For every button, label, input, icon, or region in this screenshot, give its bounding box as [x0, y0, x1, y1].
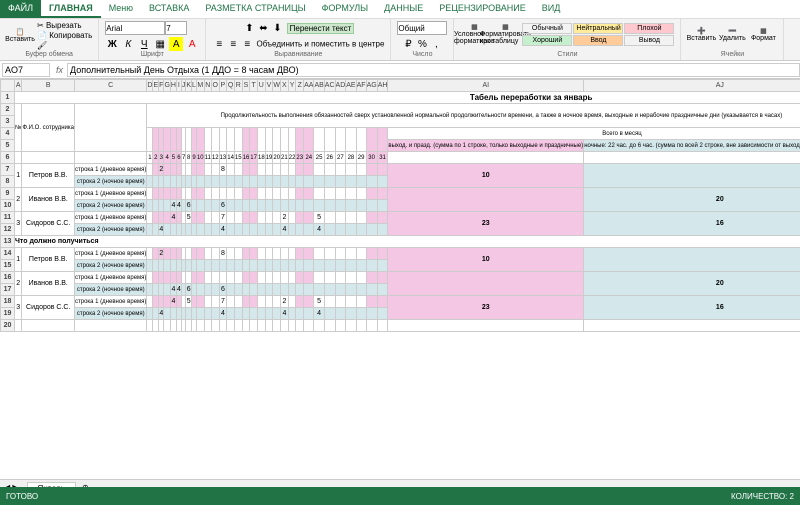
col-Z[interactable]: Z [296, 80, 304, 92]
fill-color-button[interactable]: A [169, 37, 183, 51]
title-cell[interactable]: Табель переработки за январь [15, 92, 800, 104]
align-label: Выравнивание [212, 51, 384, 58]
group-font: Ж К Ч ▦ A A Шрифт [99, 19, 206, 60]
col-O[interactable]: O [211, 80, 219, 92]
status-count: КОЛИЧЕСТВО: 2 [731, 492, 794, 501]
ribbon-tabs: ФАЙЛ ГЛАВНАЯ Меню ВСТАВКА РАЗМЕТКА СТРАН… [0, 0, 800, 18]
col-T[interactable]: T [250, 80, 258, 92]
name-box[interactable] [2, 63, 50, 77]
clipboard-label: Буфер обмена [6, 51, 92, 58]
italic-button[interactable]: К [121, 37, 135, 51]
style-good[interactable]: Хороший [522, 35, 572, 46]
tab-data[interactable]: ДАННЫЕ [376, 0, 431, 18]
tab-insert[interactable]: ВСТАВКА [141, 0, 197, 18]
format-table-button[interactable]: ▦Форматировать как таблицу [491, 21, 519, 47]
col-AB[interactable]: AB [314, 80, 324, 92]
wrap-text-button[interactable]: Перенести текст [287, 23, 355, 34]
col-AI[interactable]: AI [388, 80, 584, 92]
col-AA[interactable]: AA [304, 80, 314, 92]
style-input[interactable]: Ввод [573, 35, 623, 46]
percent-button[interactable]: % [415, 37, 429, 51]
font-label: Шрифт [105, 51, 199, 58]
merge-button[interactable]: Объединить и поместить в центре [257, 40, 385, 49]
cut-button[interactable]: ✂ Вырезать [37, 21, 92, 30]
col-N[interactable]: N [204, 80, 211, 92]
tab-menu[interactable]: Меню [101, 0, 141, 18]
tab-formulas[interactable]: ФОРМУЛЫ [314, 0, 377, 18]
format-painter-button[interactable]: 🖌 [37, 41, 92, 50]
col-AD[interactable]: AD [335, 80, 346, 92]
border-button[interactable]: ▦ [153, 37, 167, 51]
worksheet[interactable]: ABCDEFGHIJKLMNOPQRSTUVWXYZAAABACADAEAFAG… [0, 79, 800, 479]
tab-layout[interactable]: РАЗМЕТКА СТРАНИЦЫ [197, 0, 313, 18]
col-A[interactable]: A [15, 80, 22, 92]
col-Q[interactable]: Q [227, 80, 235, 92]
copy-button[interactable]: 📄 Копировать [37, 31, 92, 40]
format-cells-button[interactable]: ▦Формат [749, 21, 777, 47]
status-ready: ГОТОВО [6, 492, 38, 501]
group-styles: ▦Условное форматиров ▦Форматировать как … [454, 19, 681, 60]
col-R[interactable]: R [234, 80, 242, 92]
paste-button[interactable]: 📋Вставить [6, 23, 34, 49]
cell-styles-gallery[interactable]: Обычный Нейтральный Плохой Хороший Ввод … [522, 23, 674, 46]
tab-file[interactable]: ФАЙЛ [0, 0, 41, 18]
font-name-combo[interactable] [105, 21, 165, 35]
group-number: ₽%, Число [391, 19, 454, 60]
delete-cells-button[interactable]: ➖Удалить [718, 21, 746, 47]
col-AG[interactable]: AG [366, 80, 377, 92]
underline-button[interactable]: Ч [137, 37, 151, 51]
col-AE[interactable]: AE [346, 80, 356, 92]
status-bar: ГОТОВО КОЛИЧЕСТВО: 2 [0, 487, 800, 505]
bold-button[interactable]: Ж [105, 37, 119, 51]
cells-label: Ячейки [687, 51, 777, 58]
ribbon-bar: 📋Вставить ✂ Вырезать 📄 Копировать 🖌 Буфе… [0, 18, 800, 60]
font-size-combo[interactable] [165, 21, 187, 35]
style-neutral[interactable]: Нейтральный [573, 23, 623, 34]
comma-button[interactable]: , [429, 37, 443, 51]
styles-label: Стили [460, 51, 674, 58]
col-AH[interactable]: AH [377, 80, 388, 92]
col-Y[interactable]: Y [288, 80, 296, 92]
col-S[interactable]: S [242, 80, 250, 92]
col-V[interactable]: V [265, 80, 273, 92]
align-center[interactable]: ≡ [226, 37, 240, 51]
col-X[interactable]: X [281, 80, 289, 92]
formula-bar: fx [0, 61, 800, 79]
align-mid[interactable]: ⬌ [256, 21, 270, 35]
group-clipboard: 📋Вставить ✂ Вырезать 📄 Копировать 🖌 Буфе… [0, 19, 99, 60]
col-AJ[interactable]: AJ [584, 80, 800, 92]
col-B[interactable]: B [22, 80, 75, 92]
tab-home[interactable]: ГЛАВНАЯ [41, 0, 101, 18]
align-left[interactable]: ≡ [212, 37, 226, 51]
tab-view[interactable]: ВИД [534, 0, 569, 18]
col-AF[interactable]: AF [356, 80, 366, 92]
align-right[interactable]: ≡ [240, 37, 254, 51]
number-format-combo[interactable] [397, 21, 447, 35]
align-bot[interactable]: ⬇ [270, 21, 284, 35]
tab-review[interactable]: РЕЦЕНЗИРОВАНИЕ [431, 0, 534, 18]
formula-input[interactable] [67, 63, 800, 77]
col-U[interactable]: U [257, 80, 265, 92]
style-normal[interactable]: Обычный [522, 23, 572, 34]
align-top[interactable]: ⬆ [242, 21, 256, 35]
col-M[interactable]: M [196, 80, 204, 92]
col-AC[interactable]: AC [324, 80, 335, 92]
insert-cells-button[interactable]: ➕Вставить [687, 21, 715, 47]
col-W[interactable]: W [273, 80, 281, 92]
ribbon: ФАЙЛ ГЛАВНАЯ Меню ВСТАВКА РАЗМЕТКА СТРАН… [0, 0, 800, 61]
style-output[interactable]: Вывод [624, 35, 674, 46]
col-C[interactable]: C [75, 80, 147, 92]
number-label: Число [397, 51, 447, 58]
section2[interactable]: Что должно получиться [15, 236, 800, 248]
group-cells: ➕Вставить ➖Удалить ▦Формат Ячейки [681, 19, 784, 60]
fx-icon[interactable]: fx [56, 65, 63, 75]
col-P[interactable]: P [219, 80, 227, 92]
font-color-button[interactable]: A [185, 37, 199, 51]
currency-button[interactable]: ₽ [401, 37, 415, 51]
style-bad[interactable]: Плохой [624, 23, 674, 34]
group-alignment: ⬆⬌⬇ Перенести текст ≡≡≡ Объединить и пом… [206, 19, 391, 60]
